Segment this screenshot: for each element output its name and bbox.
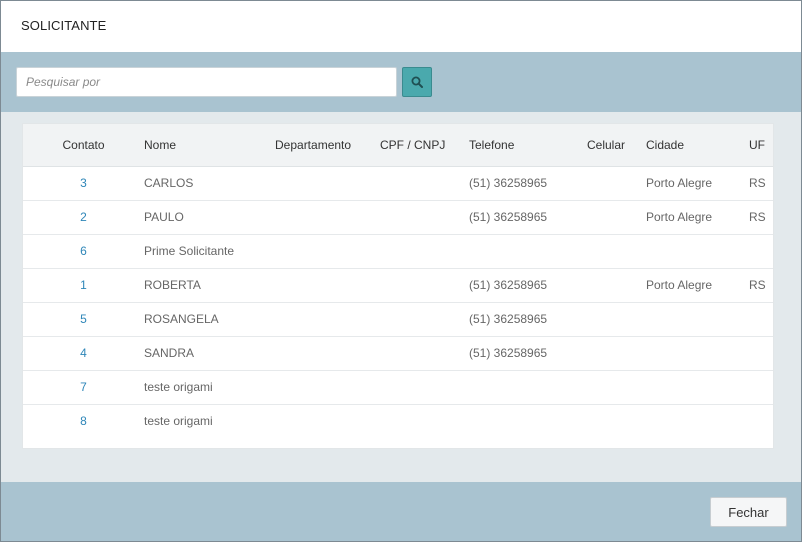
cell-uf: RS (749, 278, 766, 292)
cell-telefone (469, 234, 587, 268)
cell-cpf-cnpj (380, 336, 469, 370)
cell-cidade (646, 370, 749, 404)
cell-departamento (275, 302, 380, 336)
cell-celular (587, 268, 646, 302)
column-header-celular[interactable]: Celular (587, 124, 646, 167)
table-row[interactable]: 2 PAULO (51) 36258965 Porto Alegre RS (23, 200, 773, 234)
cell-nome: PAULO (144, 210, 184, 224)
results-table-container: Contato Nome Departamento CPF / CNPJ Telefon… (22, 123, 774, 449)
column-header-contato[interactable]: Contato (23, 124, 144, 167)
cell-cidade (646, 336, 749, 370)
cell-celular (587, 370, 646, 404)
table-row[interactable]: 6 Prime Solicitante (23, 234, 773, 268)
cell-departamento (275, 268, 380, 302)
results-table: Contato Nome Departamento CPF / CNPJ Telefon… (23, 124, 773, 438)
cell-nome: ROBERTA (144, 278, 201, 292)
close-button[interactable]: Fechar (710, 497, 787, 527)
cell-uf (749, 370, 773, 404)
cell-nome: ROSANGELA (144, 312, 219, 326)
cell-uf (749, 234, 773, 268)
table-row[interactable]: 8 teste origami (23, 404, 773, 438)
cell-departamento (275, 404, 380, 438)
cell-cpf-cnpj (380, 234, 469, 268)
cell-uf: RS (749, 176, 766, 190)
results-area: Contato Nome Departamento CPF / CNPJ Telefon… (1, 112, 801, 482)
column-header-departamento[interactable]: Departamento (275, 124, 380, 167)
cell-departamento (275, 234, 380, 268)
cell-cidade (646, 234, 749, 268)
cell-contato[interactable]: 2 (23, 200, 144, 234)
cell-celular (587, 200, 646, 234)
cell-uf (749, 336, 773, 370)
cell-cidade: Porto Alegre (646, 210, 713, 224)
cell-contato[interactable]: 5 (23, 302, 144, 336)
cell-contato[interactable]: 8 (23, 404, 144, 438)
cell-cidade (646, 404, 749, 438)
cell-contato[interactable]: 3 (23, 166, 144, 200)
cell-contato[interactable]: 1 (23, 268, 144, 302)
cell-uf (749, 404, 773, 438)
search-icon (411, 76, 423, 88)
cell-celular (587, 302, 646, 336)
cell-telefone (469, 404, 587, 438)
search-input[interactable] (16, 67, 397, 97)
cell-contato[interactable]: 7 (23, 370, 144, 404)
cell-cpf-cnpj (380, 404, 469, 438)
cell-cidade (646, 302, 749, 336)
modal-title: SOLICITANTE (21, 18, 107, 33)
table-header-row: Contato Nome Departamento CPF / CNPJ Telefon… (23, 124, 773, 167)
column-header-nome[interactable]: Nome (144, 124, 275, 167)
cell-nome: teste origami (144, 414, 213, 429)
cell-nome: teste origami (144, 380, 213, 394)
table-row[interactable]: 1 ROBERTA (51) 36258965 Porto Alegre RS (23, 268, 773, 302)
cell-telefone: (51) 36258965 (469, 176, 548, 190)
cell-celular (587, 336, 646, 370)
cell-cpf-cnpj (380, 370, 469, 404)
cell-cpf-cnpj (380, 166, 469, 200)
cell-telefone: (51) 36258965 (469, 210, 548, 224)
cell-telefone (469, 370, 587, 404)
search-bar (1, 52, 801, 112)
table-body: 3 CARLOS (51) 36258965 Porto Alegre RS 2 PAULO… (23, 166, 773, 438)
cell-telefone: (51) 36258965 (469, 312, 548, 326)
cell-uf: RS (749, 210, 766, 224)
table-row[interactable]: 7 teste origami (23, 370, 773, 404)
cell-celular (587, 404, 646, 438)
cell-telefone: (51) 36258965 (469, 278, 548, 292)
cell-nome: SANDRA (144, 346, 195, 360)
solicitante-modal: SOLICITANTE ContatoNomeDepartamentoCPF /… (0, 0, 802, 542)
cell-departamento (275, 336, 380, 370)
cell-cpf-cnpj (380, 268, 469, 302)
cell-cidade: Porto Alegre (646, 278, 713, 292)
search-button[interactable] (402, 67, 432, 97)
cell-celular (587, 166, 646, 200)
modal-footer: Fechar (1, 482, 801, 541)
cell-contato[interactable]: 6 (23, 234, 144, 268)
table-row[interactable]: 4 SANDRA (51) 36258965 (23, 336, 773, 370)
column-header-telefone[interactable]: Telefone (469, 124, 587, 167)
cell-cidade: Porto Alegre (646, 176, 713, 190)
cell-cpf-cnpj (380, 302, 469, 336)
cell-contato[interactable]: 4 (23, 336, 144, 370)
modal-header: SOLICITANTE (1, 1, 801, 52)
table-row[interactable]: 5 ROSANGELA (51) 36258965 (23, 302, 773, 336)
cell-uf (749, 302, 773, 336)
cell-celular (587, 234, 646, 268)
column-header-cpf-cnpj[interactable]: CPF / CNPJ (380, 124, 469, 167)
cell-nome: CARLOS (144, 176, 194, 190)
cell-departamento (275, 166, 380, 200)
column-header-uf[interactable]: UF (749, 124, 773, 167)
table-row[interactable]: 3 CARLOS (51) 36258965 Porto Alegre RS (23, 166, 773, 200)
cell-nome: Prime Solicitante (144, 244, 235, 258)
cell-departamento (275, 370, 380, 404)
cell-cpf-cnpj (380, 200, 469, 234)
cell-departamento (275, 200, 380, 234)
column-header-cidade[interactable]: Cidade (646, 124, 749, 167)
cell-telefone: (51) 36258965 (469, 346, 548, 360)
